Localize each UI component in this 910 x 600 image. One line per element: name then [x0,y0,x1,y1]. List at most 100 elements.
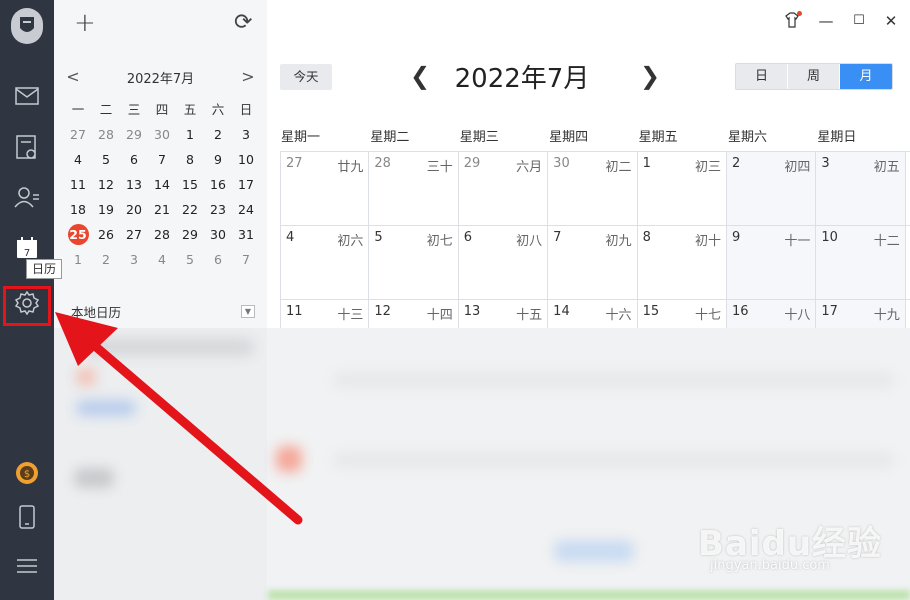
mini-day-number: 11 [70,177,86,192]
mini-day-cell[interactable]: 12 [92,172,120,197]
mini-day-number: 3 [242,127,250,142]
weekday-header: 星期一 [281,130,321,145]
view-tab-0[interactable]: 日 [736,64,788,89]
mini-day-cell[interactable]: 7 [148,147,176,172]
view-tab-1[interactable]: 周 [788,64,840,89]
day-cell[interactable]: 10 十二 [816,226,906,299]
day-cell[interactable]: 29 六月 [458,152,549,225]
mini-day-cell[interactable]: 22 [176,197,204,222]
notes-icon[interactable] [0,128,54,168]
mini-day-cell[interactable]: 3 [232,122,260,147]
mini-day-cell[interactable]: 19 [92,197,120,222]
coin-icon[interactable]: $ [0,453,54,493]
mini-day-cell[interactable]: 1 [64,247,92,272]
mini-day-number: 28 [98,127,114,142]
mini-day-cell[interactable]: 18 [64,197,92,222]
mini-day-number: 25 [67,224,89,245]
minimize-button[interactable]: — [814,12,838,30]
mini-day-cell[interactable]: 20 [120,197,148,222]
mini-day-cell[interactable]: 6 [204,247,232,272]
mini-day-cell[interactable]: 24 [232,197,260,222]
mini-day-cell[interactable]: 27 [64,122,92,147]
mini-day-cell[interactable]: 26 [92,222,120,247]
add-icon[interactable]: + [74,8,96,38]
day-cell[interactable]: 27 廿九 [280,152,370,225]
next-month-button[interactable]: ❯ [636,62,664,90]
menu-icon[interactable] [0,546,54,586]
day-cell[interactable]: 8 初十 [637,226,727,299]
mini-day-cell[interactable]: 4 [64,147,92,172]
mail-icon[interactable] [0,76,54,116]
mini-day-cell[interactable]: 2 [92,247,120,272]
mini-day-cell[interactable]: 28 [92,122,120,147]
day-cell[interactable]: 30 初二 [548,152,638,225]
mini-day-cell[interactable]: 14 [148,172,176,197]
day-cell[interactable]: 9 十一 [726,226,817,299]
watermark-url: jingyan.baidu.com [710,558,830,573]
maximize-button[interactable]: ☐ [847,13,871,28]
mini-day-cell[interactable]: 30 [148,122,176,147]
mini-day-cell[interactable]: 3 [120,247,148,272]
mini-week-row: 27 28 29 30 1 2 3 [64,122,260,147]
mini-day-cell[interactable]: 25 [64,222,92,247]
mini-day-cell[interactable]: 10 [232,147,260,172]
today-button[interactable]: 今天 [280,64,332,90]
day-cell[interactable]: 2 初四 [726,152,817,225]
day-number: 5 [374,230,383,245]
blur-shape [334,453,894,467]
day-number: 8 [642,230,651,245]
day-cell[interactable]: 1 初三 [637,152,727,225]
mini-day-cell[interactable]: 30 [204,222,232,247]
mini-day-number: 27 [70,127,86,142]
mini-day-cell[interactable]: 29 [120,122,148,147]
mini-day-cell[interactable]: 8 [176,147,204,172]
day-cell[interactable]: 4 初六 [280,226,370,299]
weekday-header: 星期二 [370,130,410,145]
mini-day-cell[interactable]: 7 [232,247,260,272]
contacts-icon[interactable] [0,177,54,217]
mini-day-cell[interactable]: 31 [232,222,260,247]
day-cell[interactable]: 28 三十 [369,152,459,225]
mini-day-cell[interactable]: 29 [176,222,204,247]
refresh-icon[interactable]: ⟳ [234,10,252,35]
phone-icon[interactable] [0,497,54,537]
lunar-date: 初二 [605,160,632,175]
close-button[interactable]: ✕ [879,12,903,30]
app-window: 7 $ + ⟳ < 2022年7月 > 一二三四五六日 27 28 29 30 1 2 3 4 5… [0,0,910,600]
view-tab-2[interactable]: 月 [840,64,892,89]
mini-day-number: 28 [154,227,170,242]
mini-weekday-label: 六 [211,102,225,117]
local-calendar-dropdown-icon[interactable]: ▼ [241,305,255,318]
mini-day-cell[interactable]: 23 [204,197,232,222]
mini-next-month-button[interactable]: > [236,64,260,88]
day-cell[interactable]: 6 初八 [458,226,549,299]
mini-day-cell[interactable]: 9 [204,147,232,172]
day-number: 29 [463,156,481,171]
day-cell[interactable]: 5 初七 [369,226,459,299]
mini-day-cell[interactable]: 16 [204,172,232,197]
mini-day-cell[interactable]: 13 [120,172,148,197]
mini-day-cell[interactable]: 6 [120,147,148,172]
day-cell[interactable]: 7 初九 [548,226,638,299]
mini-day-number: 8 [186,152,194,167]
lunar-date: 初八 [516,234,543,249]
calendar-tooltip: 日历 [26,259,63,279]
mini-week-row: 18 19 20 21 22 23 24 [64,197,260,222]
mini-day-number: 21 [154,202,170,217]
mini-day-cell[interactable]: 21 [148,197,176,222]
mini-day-cell[interactable]: 5 [92,147,120,172]
day-cell[interactable]: 3 初五 [816,152,906,225]
skin-icon[interactable] [780,11,804,32]
mini-weekday-label: 三 [127,102,141,117]
mini-day-cell[interactable]: 17 [232,172,260,197]
mini-day-cell[interactable]: 28 [148,222,176,247]
mini-day-cell[interactable]: 5 [176,247,204,272]
day-number: 16 [731,304,749,319]
mini-day-cell[interactable]: 1 [176,122,204,147]
mini-day-cell[interactable]: 15 [176,172,204,197]
mini-day-cell[interactable]: 2 [204,122,232,147]
mini-day-cell[interactable]: 27 [120,222,148,247]
mini-day-cell[interactable]: 4 [148,247,176,272]
logo-icon[interactable] [11,8,43,44]
mini-day-cell[interactable]: 11 [64,172,92,197]
